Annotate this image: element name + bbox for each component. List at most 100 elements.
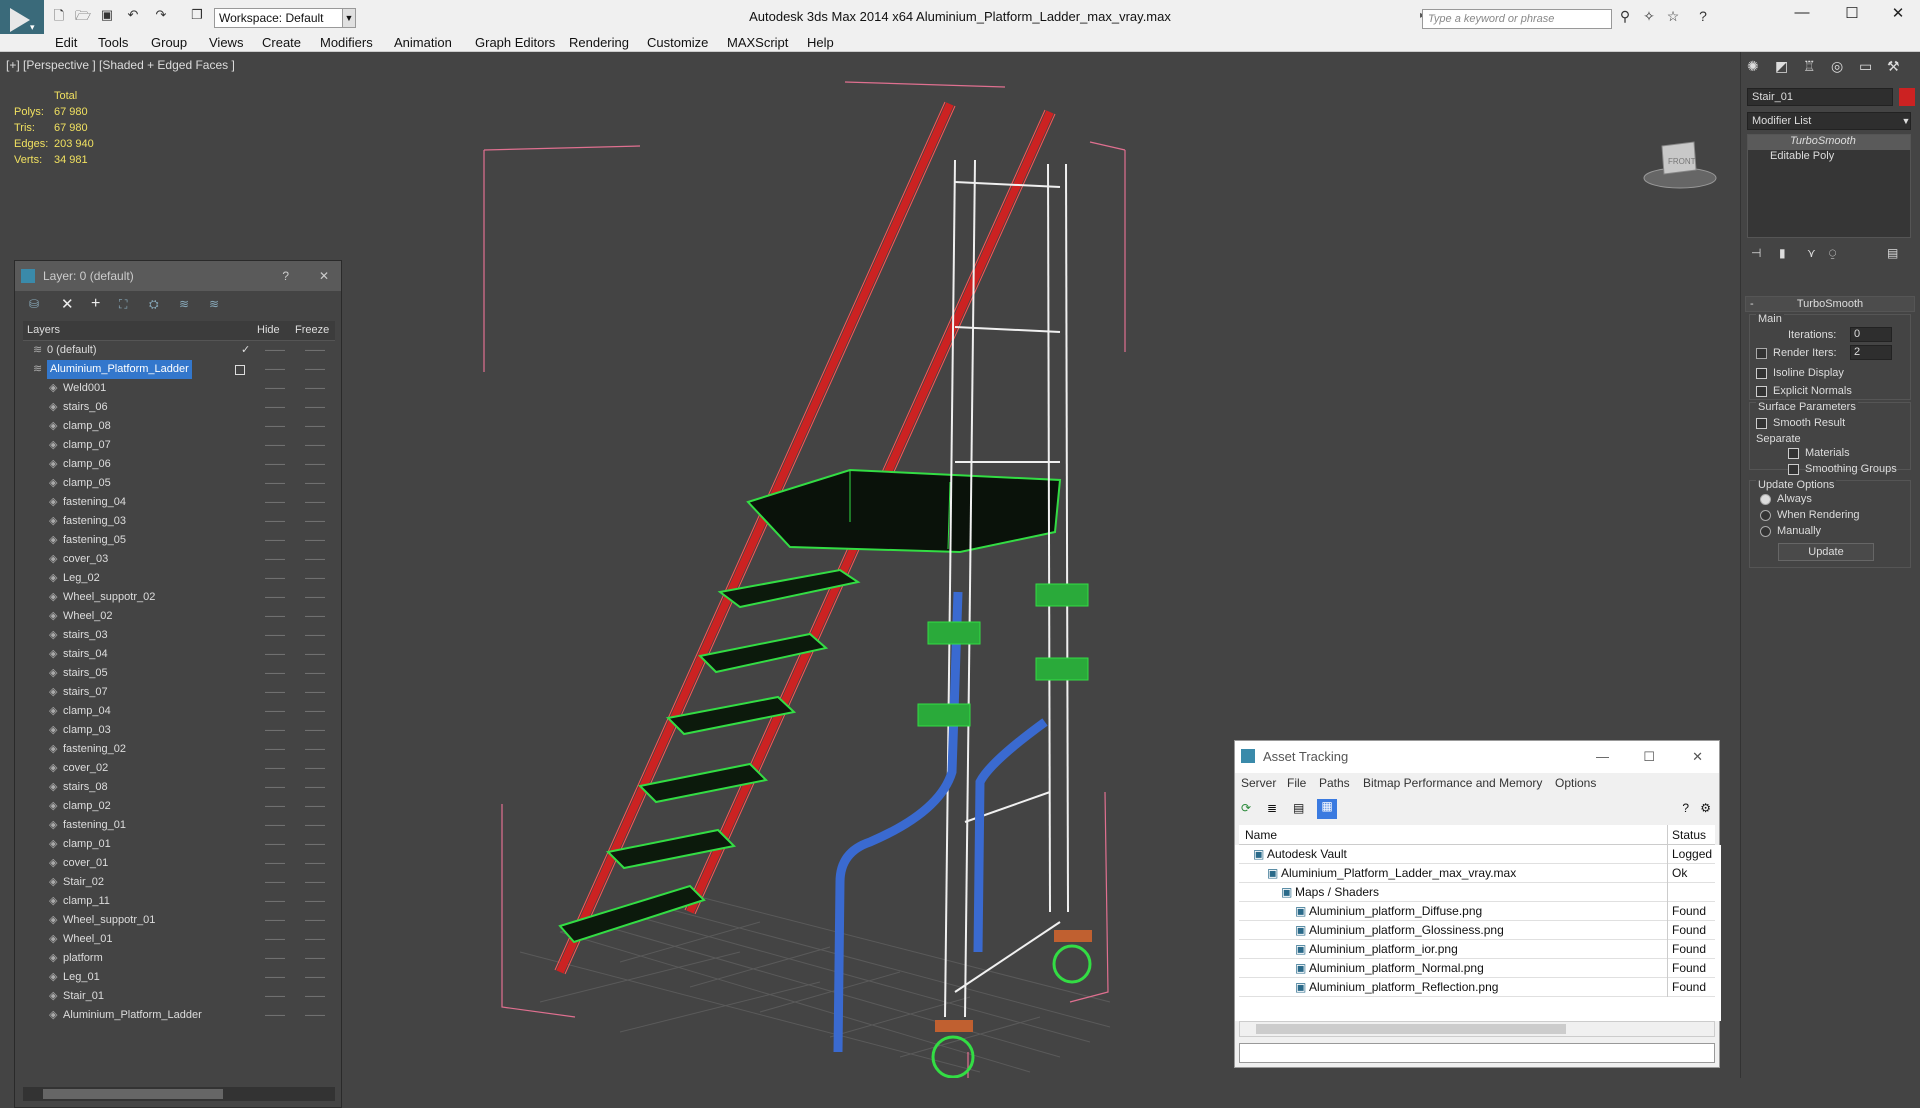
manually-radio[interactable] — [1760, 525, 1771, 537]
asset-minimize-button[interactable]: — — [1596, 741, 1609, 773]
hide-toggle[interactable]: —— — [265, 702, 285, 721]
freeze-toggle[interactable]: —— — [305, 911, 325, 930]
freeze-toggle[interactable]: —— — [305, 455, 325, 474]
search-input[interactable]: Type a keyword or phrase — [1422, 9, 1612, 29]
remove-modifier-icon[interactable]: ⍜ — [1829, 246, 1836, 261]
layer-row[interactable]: ◈ clamp_02 —— —— — [23, 797, 335, 816]
layer-close-button[interactable]: ✕ — [319, 261, 329, 291]
asset-row[interactable]: ▣ Aluminium_platform_Normal.png Found — [1239, 959, 1715, 978]
turbosmooth-rollout-header[interactable]: - TurboSmooth — [1745, 296, 1915, 312]
asset-menu-paths[interactable]: Paths — [1319, 776, 1350, 790]
asset-menu-file[interactable]: File — [1287, 776, 1306, 790]
freeze-toggle[interactable]: —— — [305, 968, 325, 987]
asset-menu-options[interactable]: Options — [1555, 776, 1596, 790]
hide-toggle[interactable]: —— — [265, 455, 285, 474]
layer-row[interactable]: ◈ fastening_01 —— —— — [23, 816, 335, 835]
rollout-collapse-icon[interactable]: - — [1750, 297, 1754, 311]
modify-tab-icon[interactable]: ◩ — [1775, 58, 1788, 75]
layer-row[interactable]: ≋ Aluminium_Platform_Ladder —— —— — [23, 360, 335, 379]
layer-row[interactable]: ◈ clamp_03 —— —— — [23, 721, 335, 740]
make-unique-icon[interactable]: ⋎ — [1807, 246, 1816, 260]
asset-row[interactable]: ▣ Maps / Shaders — [1239, 883, 1715, 902]
layer-row[interactable]: ◈ clamp_01 —— —— — [23, 835, 335, 854]
layer-highlight-icon[interactable]: ⛭ — [149, 297, 159, 312]
render-iters-spinner[interactable]: 2 — [1850, 345, 1892, 360]
hide-toggle[interactable]: —— — [265, 607, 285, 626]
layer-row[interactable]: ◈ clamp_06 —— —— — [23, 455, 335, 474]
minimize-button[interactable]: — — [1780, 4, 1824, 28]
layer-current-box[interactable] — [235, 365, 245, 375]
display-tab-icon[interactable]: ▭ — [1859, 58, 1872, 75]
configure-sets-icon[interactable]: ▤ — [1887, 246, 1898, 260]
render-iters-checkbox[interactable] — [1756, 347, 1767, 359]
layer-row[interactable]: ◈ Wheel_suppotr_02 —— —— — [23, 588, 335, 607]
asset-settings-icon[interactable]: ⚙ — [1700, 801, 1711, 815]
freeze-toggle[interactable]: —— — [305, 892, 325, 911]
hide-toggle[interactable]: —— — [265, 550, 285, 569]
layer-add-icon[interactable]: + — [91, 295, 100, 313]
col-hide[interactable]: Hide — [257, 324, 280, 336]
freeze-toggle[interactable]: —— — [305, 550, 325, 569]
stack-item-turbosmooth[interactable]: TurboSmooth — [1748, 135, 1910, 150]
asset-row[interactable]: ▣Autodesk Vault Logged O — [1239, 845, 1715, 864]
layer-scroll-thumb[interactable] — [43, 1089, 223, 1099]
freeze-toggle[interactable]: —— — [305, 664, 325, 683]
menu-edit[interactable]: Edit — [55, 35, 77, 50]
layer-row[interactable]: ◈ fastening_02 —— —— — [23, 740, 335, 759]
save-file-icon[interactable]: ▣ — [96, 7, 118, 27]
hide-toggle[interactable]: —— — [265, 683, 285, 702]
freeze-toggle[interactable]: —— — [305, 702, 325, 721]
hide-toggle[interactable]: —— — [265, 930, 285, 949]
hide-toggle[interactable]: —— — [265, 968, 285, 987]
freeze-toggle[interactable]: —— — [305, 588, 325, 607]
layer-scrollbar[interactable] — [23, 1087, 335, 1101]
layer-row[interactable]: ◈ Wheel_01 —— —— — [23, 930, 335, 949]
layer-row[interactable]: ◈ clamp_08 —— —— — [23, 417, 335, 436]
hide-toggle[interactable]: —— — [265, 949, 285, 968]
hide-toggle[interactable]: —— — [265, 341, 285, 360]
freeze-toggle[interactable]: —— — [305, 417, 325, 436]
hide-toggle[interactable]: —— — [265, 892, 285, 911]
freeze-toggle[interactable]: —— — [305, 873, 325, 892]
layer-row[interactable]: ◈ stairs_05 —— —— — [23, 664, 335, 683]
layer-row[interactable]: ◈ fastening_04 —— —— — [23, 493, 335, 512]
asset-row[interactable]: ▣ Aluminium_Platform_Ladder_max_vray.max O… — [1239, 864, 1715, 883]
freeze-toggle[interactable]: —— — [305, 721, 325, 740]
open-file-icon[interactable]: 🗁 — [72, 7, 94, 27]
layer-row[interactable]: ◈ Wheel_02 —— —— — [23, 607, 335, 626]
layer-select-icon[interactable]: ⛶ — [119, 297, 127, 312]
freeze-toggle[interactable]: —— — [305, 816, 325, 835]
close-button[interactable]: ✕ — [1876, 4, 1920, 28]
hide-toggle[interactable]: —— — [265, 759, 285, 778]
layer-row[interactable]: ◈ clamp_07 —— —— — [23, 436, 335, 455]
asset-path-field[interactable] — [1239, 1043, 1715, 1063]
asset-refresh-icon[interactable]: ⟳ — [1241, 801, 1251, 815]
view-cube[interactable]: FRONT — [1643, 141, 1717, 189]
undo-icon[interactable]: ↶ — [122, 7, 144, 27]
menu-rendering[interactable]: Rendering — [569, 35, 629, 50]
object-name-field[interactable]: Stair_01 — [1747, 88, 1893, 106]
layer-row[interactable]: ◈ Weld001 —— —— — [23, 379, 335, 398]
asset-col-status[interactable]: Status — [1667, 825, 1710, 845]
menu-modifiers[interactable]: Modifiers — [320, 35, 373, 50]
freeze-toggle[interactable]: —— — [305, 512, 325, 531]
hide-toggle[interactable]: —— — [265, 569, 285, 588]
communication-icon[interactable]: ✧ — [1638, 8, 1660, 28]
pin-stack-icon[interactable]: ⊣ — [1751, 246, 1761, 260]
freeze-toggle[interactable]: —— — [305, 797, 325, 816]
asset-table-view-icon[interactable]: ▦ — [1317, 799, 1337, 819]
freeze-toggle[interactable]: —— — [305, 645, 325, 664]
menu-help[interactable]: Help — [807, 35, 834, 50]
modifier-stack[interactable]: TurboSmooth Editable Poly — [1747, 134, 1911, 238]
layer-row[interactable]: ◈ Leg_02 —— —— — [23, 569, 335, 588]
hide-toggle[interactable]: —— — [265, 398, 285, 417]
hide-toggle[interactable]: —— — [265, 740, 285, 759]
layer-row[interactable]: ◈ Aluminium_Platform_Ladder —— —— — [23, 1006, 335, 1025]
hide-toggle[interactable]: —— — [265, 778, 285, 797]
col-freeze[interactable]: Freeze — [295, 324, 329, 336]
explicit-normals-checkbox[interactable] — [1756, 385, 1767, 397]
freeze-toggle[interactable]: —— — [305, 398, 325, 417]
current-layer-check-icon[interactable]: ✓ — [241, 341, 250, 360]
layer-freeze-all-icon[interactable]: ≋ — [209, 297, 219, 311]
hide-toggle[interactable]: —— — [265, 664, 285, 683]
